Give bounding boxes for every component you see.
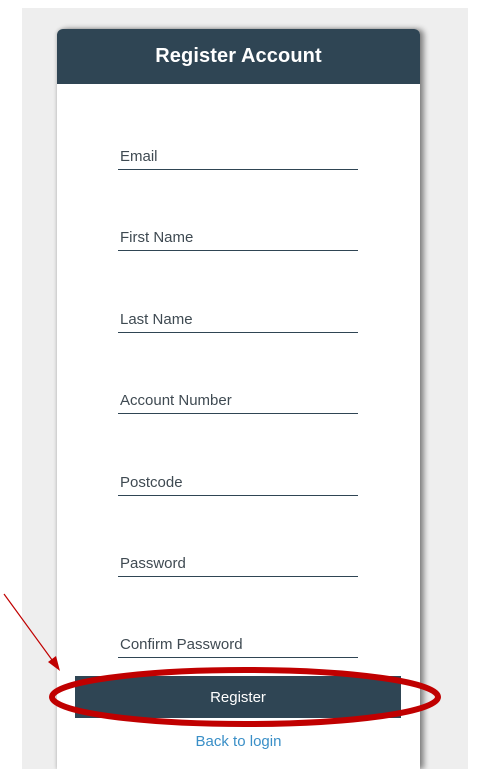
register-button[interactable]: Register bbox=[75, 676, 401, 718]
email-field-wrapper bbox=[118, 144, 358, 170]
last-name-field-wrapper bbox=[118, 307, 358, 333]
account-number-field-wrapper bbox=[118, 388, 358, 414]
first-name-field-wrapper bbox=[118, 225, 358, 251]
account-number-field[interactable] bbox=[118, 388, 358, 413]
register-card: Register Account Register Back to login bbox=[57, 29, 420, 769]
card-title: Register Account bbox=[57, 29, 420, 84]
password-field-wrapper bbox=[118, 551, 358, 577]
back-to-login-link[interactable]: Back to login bbox=[57, 733, 420, 750]
confirm-password-field[interactable] bbox=[118, 632, 358, 657]
email-field[interactable] bbox=[118, 144, 358, 169]
postcode-field-wrapper bbox=[118, 470, 358, 496]
confirm-password-field-wrapper bbox=[118, 632, 358, 658]
last-name-field[interactable] bbox=[118, 307, 358, 332]
first-name-field[interactable] bbox=[118, 225, 358, 250]
postcode-field[interactable] bbox=[118, 470, 358, 495]
password-field[interactable] bbox=[118, 551, 358, 576]
